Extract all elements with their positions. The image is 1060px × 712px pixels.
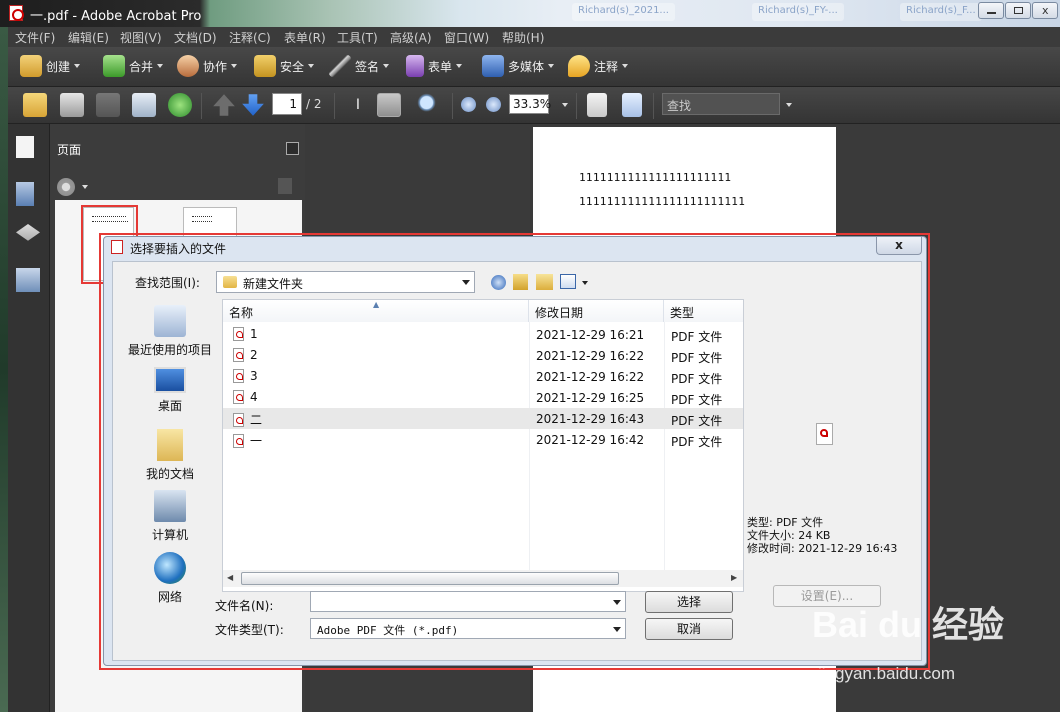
comment-icon xyxy=(568,55,590,77)
menu-window[interactable]: 窗口(W) xyxy=(444,29,489,46)
page-total: / 2 xyxy=(306,97,322,111)
minimize-button[interactable] xyxy=(978,2,1004,19)
comment-label: 注释 xyxy=(594,59,619,74)
web-upload-icon[interactable] xyxy=(168,93,192,117)
bookmarks-icon[interactable] xyxy=(16,182,34,206)
watermark-url: jingyan.baidu.com xyxy=(818,664,956,683)
combine-button[interactable]: 合并 xyxy=(103,52,164,80)
zoom-level-input[interactable]: 33.3% xyxy=(509,94,551,114)
hand-tool-icon[interactable] xyxy=(377,93,401,117)
create-label: 创建 xyxy=(46,59,71,74)
find-input[interactable]: 查找 xyxy=(662,93,780,115)
options-gear-icon[interactable] xyxy=(57,178,75,196)
open-folder-icon[interactable] xyxy=(23,93,47,117)
fit-page-icon[interactable] xyxy=(622,93,642,117)
menu-edit[interactable]: 编辑(E) xyxy=(68,29,109,46)
menu-bar: 文件(F) 编辑(E) 视图(V) 文档(D) 注释(C) 表单(R) 工具(T… xyxy=(8,27,1060,47)
forms-icon xyxy=(406,55,424,77)
restore-button[interactable] xyxy=(1005,2,1031,19)
print-icon[interactable] xyxy=(60,93,84,117)
fit-width-icon[interactable] xyxy=(587,93,607,117)
multimedia-button[interactable]: 多媒体 xyxy=(482,52,555,80)
combine-label: 合并 xyxy=(129,59,154,74)
combine-icon xyxy=(103,55,125,77)
create-button[interactable]: 创建 xyxy=(20,52,81,80)
menu-advanced[interactable]: 高级(A) xyxy=(390,29,432,46)
menu-document[interactable]: 文档(D) xyxy=(174,29,217,46)
background-tab: Richard(s)_F... xyxy=(900,3,982,21)
signatures-icon[interactable] xyxy=(16,268,40,292)
multimedia-icon xyxy=(482,55,504,77)
close-window-button[interactable]: x xyxy=(1032,2,1058,19)
forms-label: 表单 xyxy=(428,59,453,74)
multimedia-label: 多媒体 xyxy=(508,59,545,74)
next-page-icon[interactable] xyxy=(242,94,264,116)
menu-view[interactable]: 视图(V) xyxy=(120,29,162,46)
background-tab: Richard(s)_FY-... xyxy=(752,3,844,21)
secure-button[interactable]: 安全 xyxy=(254,52,315,80)
background-tab: Richard(s)_2021... xyxy=(572,3,675,21)
pen-icon xyxy=(329,55,351,77)
zoom-dropdown-icon[interactable] xyxy=(562,103,568,107)
navigation-pane-bar xyxy=(8,124,50,712)
watermark-brand: Bai du 经验 xyxy=(812,604,1005,645)
menu-comments[interactable]: 注释(C) xyxy=(229,29,271,46)
window-title: 一.pdf - Adobe Acrobat Pro xyxy=(30,9,202,24)
sign-label: 签名 xyxy=(355,59,380,74)
collapse-panel-button[interactable] xyxy=(286,142,299,155)
page-number-input[interactable]: 1 xyxy=(272,93,302,115)
comment-button[interactable]: 注释 xyxy=(568,52,629,80)
save-icon[interactable] xyxy=(96,93,120,117)
watermark: Bai du 经验 jingyan.baidu.com xyxy=(812,596,1052,706)
background-strip xyxy=(0,27,8,712)
email-icon[interactable] xyxy=(132,93,156,117)
menu-tools[interactable]: 工具(T) xyxy=(337,29,378,46)
text-select-icon[interactable]: I xyxy=(346,93,370,117)
pages-icon[interactable] xyxy=(16,136,34,158)
options-dropdown-icon[interactable] xyxy=(82,185,88,189)
collaborate-button[interactable]: 协作 xyxy=(177,52,238,80)
menu-file[interactable]: 文件(F) xyxy=(15,29,55,46)
zoom-out-icon[interactable] xyxy=(461,97,476,112)
layers-icon[interactable] xyxy=(16,224,40,241)
lock-icon xyxy=(254,55,276,77)
secure-label: 安全 xyxy=(280,59,305,74)
task-toolbar: 创建 合并 协作 安全 签名 表单 多媒体 注释 xyxy=(8,47,1060,87)
marquee-zoom-icon[interactable] xyxy=(417,93,441,117)
menu-forms[interactable]: 表单(R) xyxy=(284,29,326,46)
collaborate-label: 协作 xyxy=(203,59,228,74)
navigation-toolbar: 1 / 2 I 33.3% 查找 xyxy=(8,87,1060,124)
dialog-highlight xyxy=(99,233,930,670)
forms-button[interactable]: 表单 xyxy=(406,52,463,80)
acrobat-app-icon xyxy=(9,5,24,21)
title-bar: 一.pdf - Adobe Acrobat Pro Richard(s)_202… xyxy=(0,0,1060,27)
create-icon xyxy=(20,55,42,77)
document-text-line: 111111111111111111111111 xyxy=(579,195,746,208)
pages-panel-title: 页面 xyxy=(57,143,82,157)
pages-panel-header: 页面 xyxy=(50,136,305,166)
menu-help[interactable]: 帮助(H) xyxy=(502,29,544,46)
previous-page-icon[interactable] xyxy=(213,94,235,116)
trash-icon[interactable] xyxy=(278,178,292,194)
zoom-in-icon[interactable] xyxy=(486,97,501,112)
document-text-line: 1111111111111111111111 xyxy=(579,171,732,184)
collaborate-icon xyxy=(177,55,199,77)
find-dropdown-icon[interactable] xyxy=(786,103,792,107)
sign-button[interactable]: 签名 xyxy=(329,52,390,80)
